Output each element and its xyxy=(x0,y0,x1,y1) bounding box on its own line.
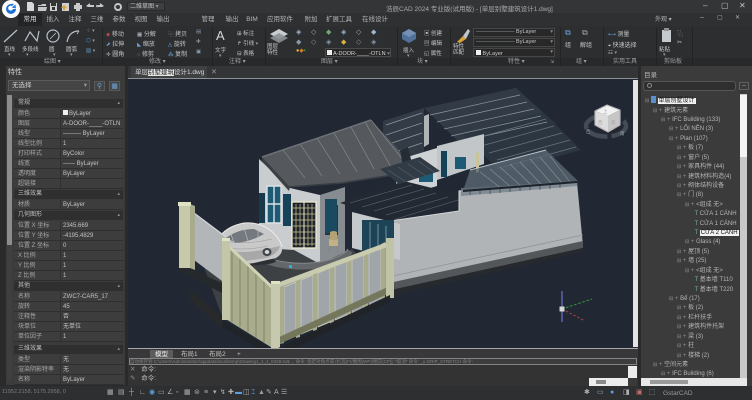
svg-text:上: 上 xyxy=(603,108,608,114)
svg-text:南: 南 xyxy=(611,119,616,125)
svg-text:南: 南 xyxy=(620,130,625,136)
